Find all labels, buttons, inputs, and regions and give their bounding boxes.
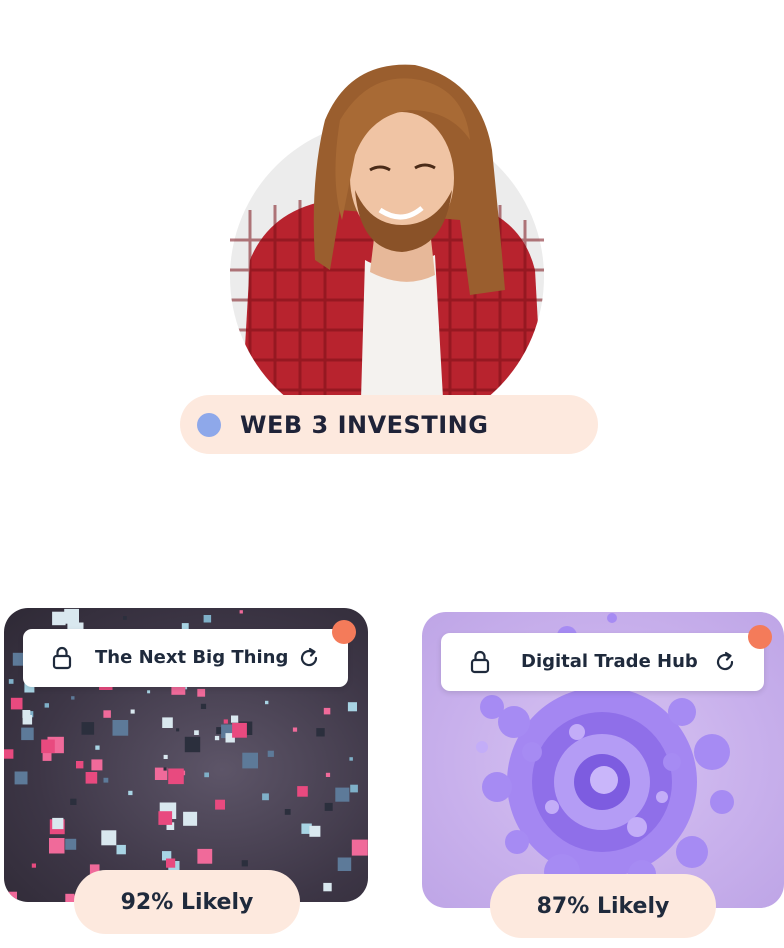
cube-shape: [204, 772, 209, 778]
cube-shape: [52, 817, 64, 830]
cube-shape: [323, 707, 331, 715]
cube-shape: [231, 715, 239, 723]
cube-shape: [116, 844, 126, 855]
cube-shape: [324, 802, 333, 811]
cube-shape: [130, 709, 135, 714]
cube-shape: [335, 787, 350, 802]
cube-shape: [14, 771, 28, 785]
cube-shape: [4, 749, 14, 759]
cube-shape: [163, 754, 168, 759]
notification-dot: [332, 620, 356, 644]
card-title-bar-1: The Next Big Thing: [23, 629, 348, 687]
cube-shape: [242, 752, 258, 769]
cube-shape: [95, 745, 100, 750]
cube-shape: [184, 736, 201, 753]
cube-shape: [232, 722, 247, 738]
cube-shape: [128, 790, 133, 796]
cube-shape: [81, 722, 95, 735]
likelihood-badge: 87% Likely: [490, 874, 716, 938]
cube-shape: [52, 611, 66, 626]
cube-shape: [22, 710, 31, 718]
lock-icon[interactable]: [51, 646, 73, 670]
cube-shape: [162, 717, 173, 728]
cube-shape: [323, 882, 332, 892]
cube-shape: [166, 858, 176, 868]
cube-shape: [31, 863, 36, 868]
cube-shape: [5, 891, 17, 902]
cube-shape: [262, 793, 269, 801]
cube-shape: [85, 772, 98, 784]
cube-shape: [158, 811, 173, 825]
cube-shape: [325, 772, 331, 777]
cube-shape: [44, 703, 49, 708]
cube-shape: [49, 838, 65, 854]
cube-shape: [197, 848, 213, 864]
cube-shape: [70, 798, 77, 805]
cube-shape: [112, 720, 129, 736]
cube-shape: [64, 608, 79, 624]
cube-shape: [297, 786, 308, 797]
cube-shape: [265, 700, 269, 705]
card-title: The Next Big Thing: [95, 647, 289, 668]
cube-shape: [316, 728, 325, 737]
cube-shape: [239, 610, 243, 614]
cube-shape: [200, 703, 207, 709]
topic-tag-label: WEB 3 INVESTING: [240, 410, 489, 439]
cube-shape: [203, 615, 212, 623]
lock-icon[interactable]: [469, 650, 491, 674]
cube-shape: [147, 690, 151, 694]
card-title: Digital Trade Hub: [521, 651, 698, 672]
notification-dot: [748, 625, 772, 649]
cube-shape: [197, 688, 206, 697]
cube-shape: [194, 730, 199, 735]
avatar: [230, 64, 544, 434]
cube-shape: [223, 719, 228, 724]
cube-shape: [163, 767, 167, 771]
cube-shape: [103, 777, 109, 783]
cube-shape: [71, 696, 75, 700]
card-title-bar-2: Digital Trade Hub: [441, 633, 764, 691]
likelihood-badge: 92% Likely: [74, 870, 300, 934]
cube-shape: [123, 616, 127, 620]
cube-shape: [347, 702, 357, 712]
cube-shape: [183, 811, 198, 826]
cube-shape: [337, 857, 352, 871]
cube-shape: [41, 739, 55, 754]
cube-shape: [351, 839, 368, 856]
cube-shape: [101, 830, 117, 846]
status-dot: [197, 412, 221, 437]
topic-tag[interactable]: WEB 3 INVESTING: [180, 395, 598, 454]
cube-shape: [91, 759, 103, 771]
cube-shape: [214, 735, 220, 741]
cube-shape: [350, 784, 358, 793]
refresh-icon[interactable]: [714, 651, 736, 673]
cube-shape: [21, 727, 34, 741]
cube-shape: [284, 809, 291, 815]
cube-shape: [176, 728, 180, 732]
cube-shape: [8, 679, 14, 684]
cube-shape: [76, 761, 84, 769]
cube-shape: [292, 727, 298, 732]
cube-shape: [215, 799, 225, 810]
cube-shape: [267, 750, 274, 757]
cube-shape: [349, 757, 353, 761]
cube-shape: [10, 697, 23, 710]
cube-shape: [103, 710, 111, 718]
cube-shape: [168, 768, 184, 785]
cube-shape: [42, 752, 52, 761]
cube-shape: [309, 825, 321, 837]
cube-shape: [241, 860, 248, 867]
refresh-icon[interactable]: [298, 647, 320, 669]
cube-shape: [65, 838, 77, 850]
